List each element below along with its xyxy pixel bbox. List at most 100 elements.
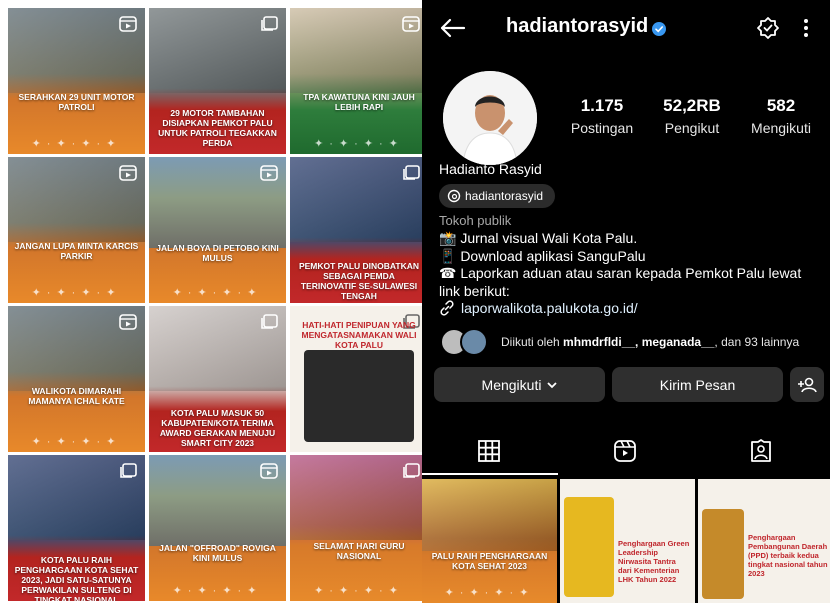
tab-grid[interactable]	[422, 425, 558, 475]
post-tile[interactable]: WALIKOTA DIMARAHI MAMANYA ICHAL KATE ✦·✦…	[8, 306, 145, 452]
stat-followers[interactable]: 52,2RB Pengikut	[647, 96, 737, 136]
reels-icon	[402, 16, 420, 32]
post-tile[interactable]: HATI-HATI PENIPUAN YANG MENGATASNAMAKAN …	[290, 306, 428, 452]
stat-value: 52,2RB	[663, 96, 721, 115]
carousel-icon	[261, 314, 278, 329]
reels-icon	[119, 314, 137, 330]
profile-bio: 📸 Jurnal visual Wali Kota Palu. 📱 Downlo…	[439, 230, 819, 300]
post-caption: 29 MOTOR TAMBAHAN DISIAPKAN PEMKOT PALU …	[158, 108, 277, 148]
post-caption: JALAN "OFFROAD" ROVIGA KINI MULUS	[159, 543, 276, 563]
followed-by-prefix: Diikuti oleh	[501, 335, 564, 349]
carousel-icon	[120, 463, 137, 478]
top-bar: hadiantorasyid	[422, 0, 830, 56]
post-caption: KOTA PALU MASUK 50 KABUPATEN/KOTA TERIMA…	[159, 408, 276, 448]
post-tile[interactable]: PEMKOT PALU DINOBATKAN SEBAGAI PEMDA TER…	[290, 157, 428, 303]
following-button[interactable]: Mengikuti	[434, 367, 605, 402]
chevron-down-icon	[547, 381, 558, 388]
post-tile[interactable]: JALAN BOYA DI PETOBO KINI MULUS ✦·✦·✦·✦	[149, 157, 286, 303]
threads-handle: hadiantorasyid	[465, 189, 544, 203]
post-tile[interactable]: PALU RAIH PENGHARGAAN KOTA SEHAT 2023 ✦·…	[422, 479, 557, 603]
reels-icon	[260, 165, 278, 181]
post-tile[interactable]: JANGAN LUPA MINTA KARCIS PARKIR ✦·✦·✦·✦	[8, 157, 145, 303]
tab-tagged[interactable]	[694, 425, 830, 475]
trophy-photo	[702, 509, 744, 599]
profile-avatar[interactable]	[443, 71, 537, 165]
stat-posts[interactable]: 1.175 Postingan	[557, 96, 647, 136]
post-caption: SERAHKAN 29 UNIT MOTOR PATROLI	[18, 92, 135, 112]
link-text: laporwalikota.palukota.go.id/	[461, 300, 638, 316]
post-caption: JANGAN LUPA MINTA KARCIS PARKIR	[14, 241, 139, 261]
threads-chip[interactable]: hadiantorasyid	[439, 184, 556, 208]
bio-line: ☎ Laporkan aduan atau saran kepada Pemko…	[439, 265, 802, 299]
post-tile[interactable]: Penghargaan Pembangunan Daerah (PPD) ter…	[698, 479, 830, 603]
post-tile[interactable]: KOTA PALU MASUK 50 KABUPATEN/KOTA TERIMA…	[149, 306, 286, 452]
suggest-user-button[interactable]	[790, 367, 824, 402]
post-photo	[422, 479, 557, 551]
followed-by-names: mhmdrfldi__, meganada__	[563, 335, 715, 349]
stat-label: Mengikuti	[751, 120, 811, 136]
stat-value: 582	[766, 96, 796, 115]
more-options-icon[interactable]	[802, 16, 810, 40]
post-caption: Penghargaan Pembangunan Daerah (PPD) ter…	[748, 533, 828, 578]
stat-label: Postingan	[570, 120, 634, 136]
post-caption: KOTA PALU RAIH PENGHARGAAN KOTA SEHAT 20…	[14, 555, 139, 601]
carousel-icon	[261, 16, 278, 31]
post-caption: PEMKOT PALU DINOBATKAN SEBAGAI PEMDA TER…	[298, 261, 420, 301]
decor-dots: ✦·✦·✦·✦	[31, 436, 122, 448]
followed-by-text[interactable]: Diikuti oleh mhmdrfldi__, meganada__, da…	[501, 335, 799, 349]
grid-icon	[478, 440, 500, 462]
reels-icon	[614, 440, 636, 462]
post-caption: JALAN BOYA DI PETOBO KINI MULUS	[156, 243, 279, 263]
tab-reels[interactable]	[558, 425, 694, 475]
avatar	[460, 328, 488, 356]
bio-line: 📸 Jurnal visual Wali Kota Palu.	[439, 230, 638, 246]
reels-icon	[260, 463, 278, 479]
profile-link[interactable]: laporwalikota.palukota.go.id/	[439, 300, 638, 316]
post-tile[interactable]: 29 MOTOR TAMBAHAN DISIAPKAN PEMKOT PALU …	[149, 8, 286, 154]
followed-by-suffix: , dan 93 lainnya	[714, 335, 800, 349]
poster-screenshot	[304, 350, 414, 442]
display-name: Hadianto Rasyid	[439, 161, 542, 177]
following-label: Mengikuti	[481, 376, 542, 393]
threads-icon[interactable]	[756, 16, 780, 40]
reels-icon	[119, 16, 137, 32]
post-tile[interactable]: JALAN "OFFROAD" ROVIGA KINI MULUS ✦·✦·✦·…	[149, 455, 286, 601]
profile-username: hadiantorasyid	[506, 15, 649, 37]
profile-tabs	[422, 425, 830, 475]
post-tile[interactable]: SERAHKAN 29 UNIT MOTOR PATROLI ✦·✦·✦·✦	[8, 8, 145, 154]
stat-label: Pengikut	[664, 120, 720, 136]
carousel-icon	[403, 463, 420, 478]
message-button[interactable]: Kirim Pesan	[612, 367, 783, 402]
decor-dots: ✦·✦·✦·✦	[314, 585, 404, 597]
reels-icon	[119, 165, 137, 181]
post-caption: HATI-HATI PENIPUAN YANG MENGATASNAMAKAN …	[301, 320, 417, 350]
stat-value: 1.175	[580, 96, 624, 115]
tagged-user-icon	[751, 439, 771, 462]
bio-line: 📱 Download aplikasi SanguPalu	[439, 247, 646, 264]
post-tile[interactable]: TPA KAWATUNA KINI JAUH LEBIH RAPI ✦·✦·✦·…	[290, 8, 428, 154]
post-tile[interactable]: KOTA PALU RAIH PENGHARGAAN KOTA SEHAT 20…	[8, 455, 145, 601]
link-icon	[440, 300, 454, 316]
decor-dots: ✦·✦·✦·✦	[314, 138, 404, 150]
post-tile[interactable]: Penghargaan Green Leadership Nirwasita T…	[560, 479, 695, 603]
decor-dots: ✦·✦·✦·✦	[172, 585, 263, 597]
profile-posts-strip: PALU RAIH PENGHARGAAN KOTA SEHAT 2023 ✦·…	[422, 479, 830, 603]
post-caption: PALU RAIH PENGHARGAAN KOTA SEHAT 2023	[431, 551, 548, 571]
stat-following[interactable]: 582 Mengikuti	[736, 96, 826, 136]
back-arrow-icon[interactable]	[438, 16, 466, 40]
verified-badge-icon	[652, 22, 666, 36]
post-photo	[564, 497, 614, 597]
decor-dots: ✦·✦·✦·✦	[172, 287, 263, 299]
profile-category: Tokoh publik	[439, 213, 512, 228]
avatar-photo	[443, 71, 537, 165]
threads-logo-icon	[447, 189, 461, 203]
decor-dots: ✦·✦·✦·✦	[444, 587, 535, 599]
post-caption: WALIKOTA DIMARAHI MAMANYA ICHAL KATE	[28, 386, 125, 406]
carousel-icon	[403, 165, 420, 180]
posts-grid: SERAHKAN 29 UNIT MOTOR PATROLI ✦·✦·✦·✦ 2…	[0, 0, 428, 603]
post-caption: TPA KAWATUNA KINI JAUH LEBIH RAPI	[303, 92, 415, 112]
post-tile[interactable]: SELAMAT HARI GURU NASIONAL ✦·✦·✦·✦	[290, 455, 428, 601]
mutual-followers-avatars[interactable]	[440, 328, 492, 356]
post-caption: Penghargaan Green Leadership Nirwasita T…	[618, 539, 690, 584]
message-label: Kirim Pesan	[659, 376, 736, 393]
